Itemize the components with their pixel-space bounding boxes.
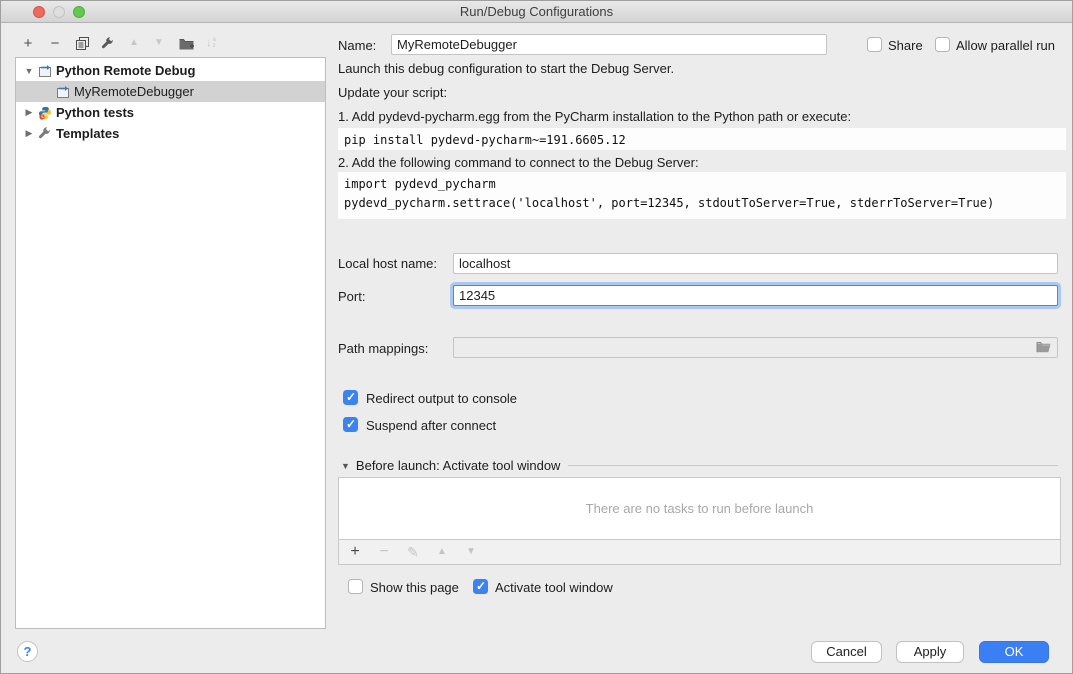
ok-button[interactable]: OK — [979, 641, 1049, 663]
move-task-down-icon: ▼ — [463, 547, 479, 557]
settrace-code: import pydevd_pycharm pydevd_pycharm.set… — [338, 172, 1066, 219]
run-debug-configurations-dialog: Run/Debug Configurations + − ▲ ▼ ↓ az ▼ … — [0, 0, 1073, 674]
chevron-right-icon[interactable]: ▶ — [23, 107, 35, 118]
apply-button[interactable]: Apply — [896, 641, 964, 663]
local-host-name-label: Local host name: — [338, 256, 437, 271]
share-checkbox[interactable] — [867, 37, 882, 52]
tree-item-templates[interactable]: ▶ Templates — [16, 123, 325, 144]
edit-defaults-wrench-icon[interactable] — [98, 34, 116, 52]
local-host-name-input[interactable] — [453, 253, 1058, 274]
instruction-line-1: Launch this debug configuration to start… — [338, 61, 674, 76]
move-up-icon: ▲ — [125, 34, 143, 52]
window-title: Run/Debug Configurations — [1, 4, 1072, 19]
tree-item-python-remote-debug[interactable]: ▼ Python Remote Debug — [16, 60, 325, 81]
instruction-line-2: Update your script: — [338, 85, 447, 100]
tree-item-label: Python Remote Debug — [56, 63, 195, 78]
chevron-down-icon[interactable]: ▼ — [23, 66, 35, 76]
path-mappings-label: Path mappings: — [338, 341, 428, 356]
configurations-tree: ▼ Python Remote Debug MyRemoteDebugger ▶… — [15, 57, 326, 629]
help-button[interactable]: ? — [17, 641, 38, 662]
remove-icon[interactable]: − — [46, 34, 64, 52]
add-icon[interactable]: + — [19, 34, 37, 52]
remove-task-icon: − — [376, 544, 392, 560]
instruction-step-1: 1. Add pydevd-pycharm.egg from the PyCha… — [338, 109, 851, 124]
before-launch-section-header[interactable]: ▼ Before launch: Activate tool window — [341, 458, 1058, 473]
show-this-page-label: Show this page — [370, 580, 459, 595]
allow-parallel-run-label: Allow parallel run — [956, 38, 1055, 53]
tree-item-myremotedebugger[interactable]: MyRemoteDebugger — [16, 81, 325, 102]
add-task-icon[interactable]: + — [347, 544, 363, 560]
tree-item-label: Templates — [56, 126, 119, 141]
path-mappings-input[interactable] — [453, 337, 1058, 358]
python-tests-icon — [37, 105, 52, 120]
activate-tool-window-label: Activate tool window — [495, 580, 613, 595]
cancel-button[interactable]: Cancel — [811, 641, 882, 663]
tree-item-label: Python tests — [56, 105, 134, 120]
title-bar: Run/Debug Configurations — [1, 1, 1072, 23]
wrench-icon — [37, 126, 52, 141]
redirect-output-checkbox[interactable] — [343, 390, 358, 405]
share-label: Share — [888, 38, 923, 53]
show-this-page-checkbox[interactable] — [348, 579, 363, 594]
section-separator — [568, 465, 1058, 466]
empty-tasks-message: There are no tasks to run before launch — [586, 501, 814, 516]
name-label: Name: — [338, 38, 376, 53]
before-launch-title: Before launch: Activate tool window — [356, 458, 561, 473]
move-down-icon: ▼ — [150, 34, 168, 52]
chevron-down-icon[interactable]: ▼ — [341, 461, 350, 471]
port-input[interactable] — [453, 285, 1058, 306]
suspend-after-connect-label: Suspend after connect — [366, 418, 496, 433]
tree-item-python-tests[interactable]: ▶ Python tests — [16, 102, 325, 123]
port-label: Port: — [338, 289, 365, 304]
chevron-right-icon[interactable]: ▶ — [23, 128, 35, 139]
before-launch-toolbar: + − ✎ ▲ ▼ — [338, 540, 1061, 565]
copy-icon[interactable] — [73, 34, 91, 52]
run-config-icon — [55, 84, 70, 99]
new-folder-icon[interactable] — [177, 34, 195, 52]
instruction-step-2: 2. Add the following command to connect … — [338, 155, 699, 170]
suspend-after-connect-checkbox[interactable] — [343, 417, 358, 432]
move-task-up-icon: ▲ — [434, 547, 450, 557]
pip-install-code: pip install pydevd-pycharm~=191.6605.12 — [338, 128, 1066, 150]
tree-item-label: MyRemoteDebugger — [74, 84, 194, 99]
allow-parallel-run-checkbox[interactable] — [935, 37, 950, 52]
edit-task-icon: ✎ — [405, 545, 421, 559]
run-config-icon — [37, 63, 52, 78]
name-input[interactable] — [391, 34, 827, 55]
browse-folder-icon[interactable] — [1036, 341, 1052, 357]
before-launch-task-list[interactable]: There are no tasks to run before launch — [338, 477, 1061, 540]
redirect-output-label: Redirect output to console — [366, 391, 517, 406]
activate-tool-window-checkbox[interactable] — [473, 579, 488, 594]
sort-alphabetically-icon: ↓ az — [202, 34, 220, 52]
